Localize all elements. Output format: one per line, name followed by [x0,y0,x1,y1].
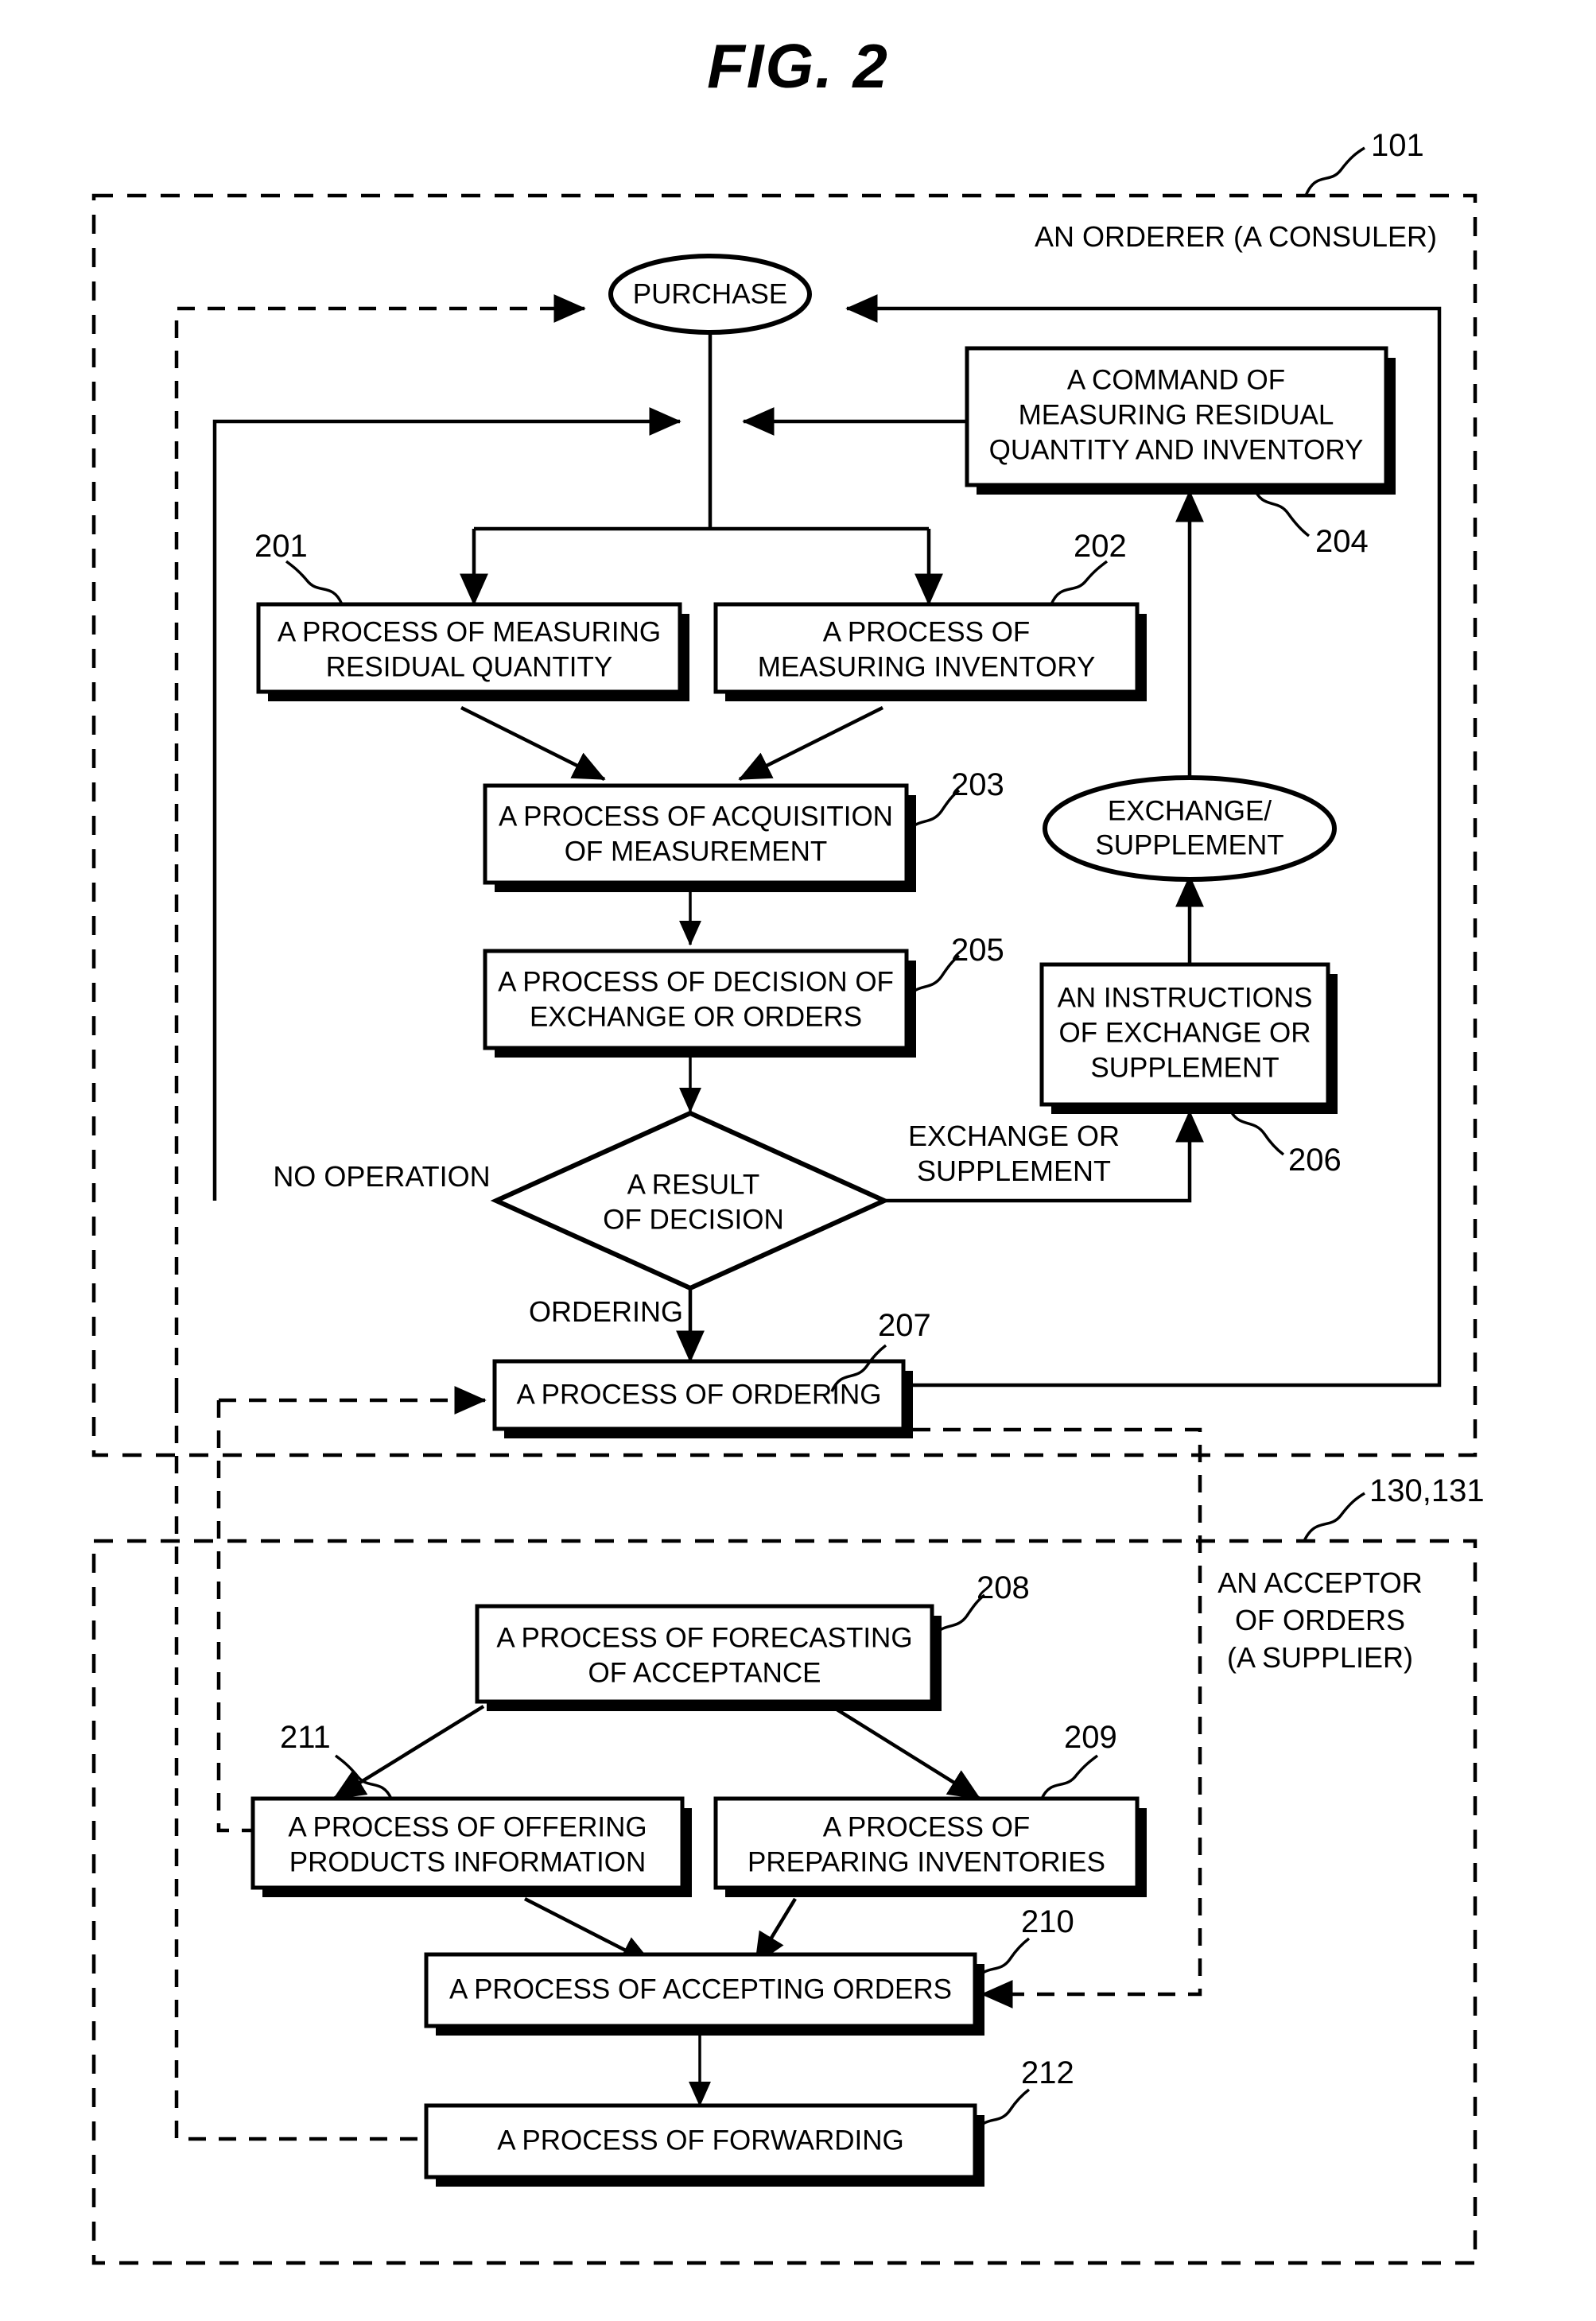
zone-orderer-leader [1304,146,1365,196]
node-command-line-2: MEASURING RESIDUAL [1019,399,1334,430]
zone-acceptor-label-2: OF ORDERS [1235,1604,1405,1636]
node-preparing-ref: 209 [1064,1720,1117,1755]
node-instructions-line-3: SUPPLEMENT [1090,1052,1279,1083]
node-decision-process-line-2: EXCHANGE OR ORDERS [530,1001,862,1032]
edge-inventory-to-acquisition [738,705,884,782]
node-measure-inventory-leader [1050,560,1109,605]
node-exchange-supplement[interactable] [1043,775,1337,882]
node-exchange-supplement-line-2: SUPPLEMENT [1095,829,1283,860]
node-preparing-leader [1040,1754,1099,1799]
edge-label-no-operation: NO OPERATION [273,1160,490,1193]
zone-orderer-label: AN ORDERER (A CONSULER) [1035,220,1437,253]
node-forecasting-line-1: A PROCESS OF FORECASTING [496,1622,912,1653]
edge-forecasting-to-preparing [830,1705,981,1800]
zone-acceptor-leader [1303,1492,1365,1542]
node-measure-inventory-line-1: A PROCESS OF [823,616,1031,647]
edge-residual-to-acquisition [460,705,606,782]
node-preparing-line-2: PREPARING INVENTORIES [748,1846,1105,1877]
node-acquisition-line-1: A PROCESS OF ACQUISITION [499,801,893,832]
node-measure-residual-leader [285,560,344,605]
node-offering-line-1: A PROCESS OF OFFERING [288,1811,647,1842]
node-command-ref: 204 [1315,524,1369,559]
node-measure-residual-ref: 201 [254,529,308,564]
node-instructions-ref: 206 [1288,1143,1342,1178]
figure-title: FIG. 2 [707,31,889,101]
node-acquisition-line-2: OF MEASUREMENT [565,836,828,867]
node-accepting-ref: 210 [1021,1904,1074,1939]
edge-label-ordering: ORDERING [529,1295,683,1328]
node-forecasting-ref: 208 [977,1570,1030,1605]
node-forecasting-line-2: OF ACCEPTANCE [588,1657,821,1688]
node-instructions-line-2: OF EXCHANGE OR [1059,1017,1311,1048]
figure-page: FIG. 2 101 AN ORDERER (A CONSULER) 130,1… [0,0,1596,2321]
zone-acceptor-ref: 130,131 [1369,1473,1485,1508]
node-offering-ref: 211 [280,1720,331,1755]
node-measure-residual-line-2: RESIDUAL QUANTITY [326,651,612,682]
node-result-line-2: OF DECISION [603,1204,784,1235]
node-decision-process-line-1: A PROCESS OF DECISION OF [498,966,894,997]
edge-label-supplement: SUPPLEMENT [917,1155,1111,1187]
zone-acceptor-label-1: AN ACCEPTOR [1217,1566,1422,1599]
node-forwarding-label: A PROCESS OF FORWARDING [497,2125,903,2156]
zone-orderer-ref: 101 [1371,128,1424,163]
node-accepting-label: A PROCESS OF ACCEPTING ORDERS [449,1974,952,2005]
node-measure-inventory-line-2: MEASURING INVENTORY [758,651,1096,682]
node-acquisition-ref: 203 [951,767,1004,802]
node-result-line-1: A RESULT [627,1169,760,1200]
node-command-line-3: QUANTITY AND INVENTORY [989,434,1364,465]
edge-rail-to-offering [216,1400,253,1833]
node-instructions-leader [1228,1108,1285,1156]
node-offering-line-2: PRODUCTS INFORMATION [289,1846,647,1877]
node-preparing-line-1: A PROCESS OF [823,1811,1031,1842]
node-ordering-label: A PROCESS OF ORDERING [517,1379,882,1410]
diagram-canvas: 101 AN ORDERER (A CONSULER) 130,131 AN A… [91,128,1485,2265]
node-ordering-ref: 207 [878,1308,931,1343]
edge-label-exchange-or: EXCHANGE OR [908,1120,1120,1152]
node-measure-residual-line-1: A PROCESS OF MEASURING [278,616,661,647]
zone-acceptor-label-3: (A SUPPLIER) [1227,1641,1413,1674]
node-exchange-supplement-line-1: EXCHANGE/ [1108,795,1272,826]
edge-forecasting-to-offering [332,1705,485,1800]
node-forwarding-ref: 212 [1021,2055,1074,2090]
node-measure-inventory-ref: 202 [1074,529,1127,564]
node-purchase-label: PURCHASE [633,278,787,309]
node-command-line-1: A COMMAND OF [1067,364,1285,395]
node-instructions-line-1: AN INSTRUCTIONS [1058,982,1313,1013]
node-decision-process-ref: 205 [951,933,1004,968]
node-result-of-decision[interactable] [490,1110,891,1291]
